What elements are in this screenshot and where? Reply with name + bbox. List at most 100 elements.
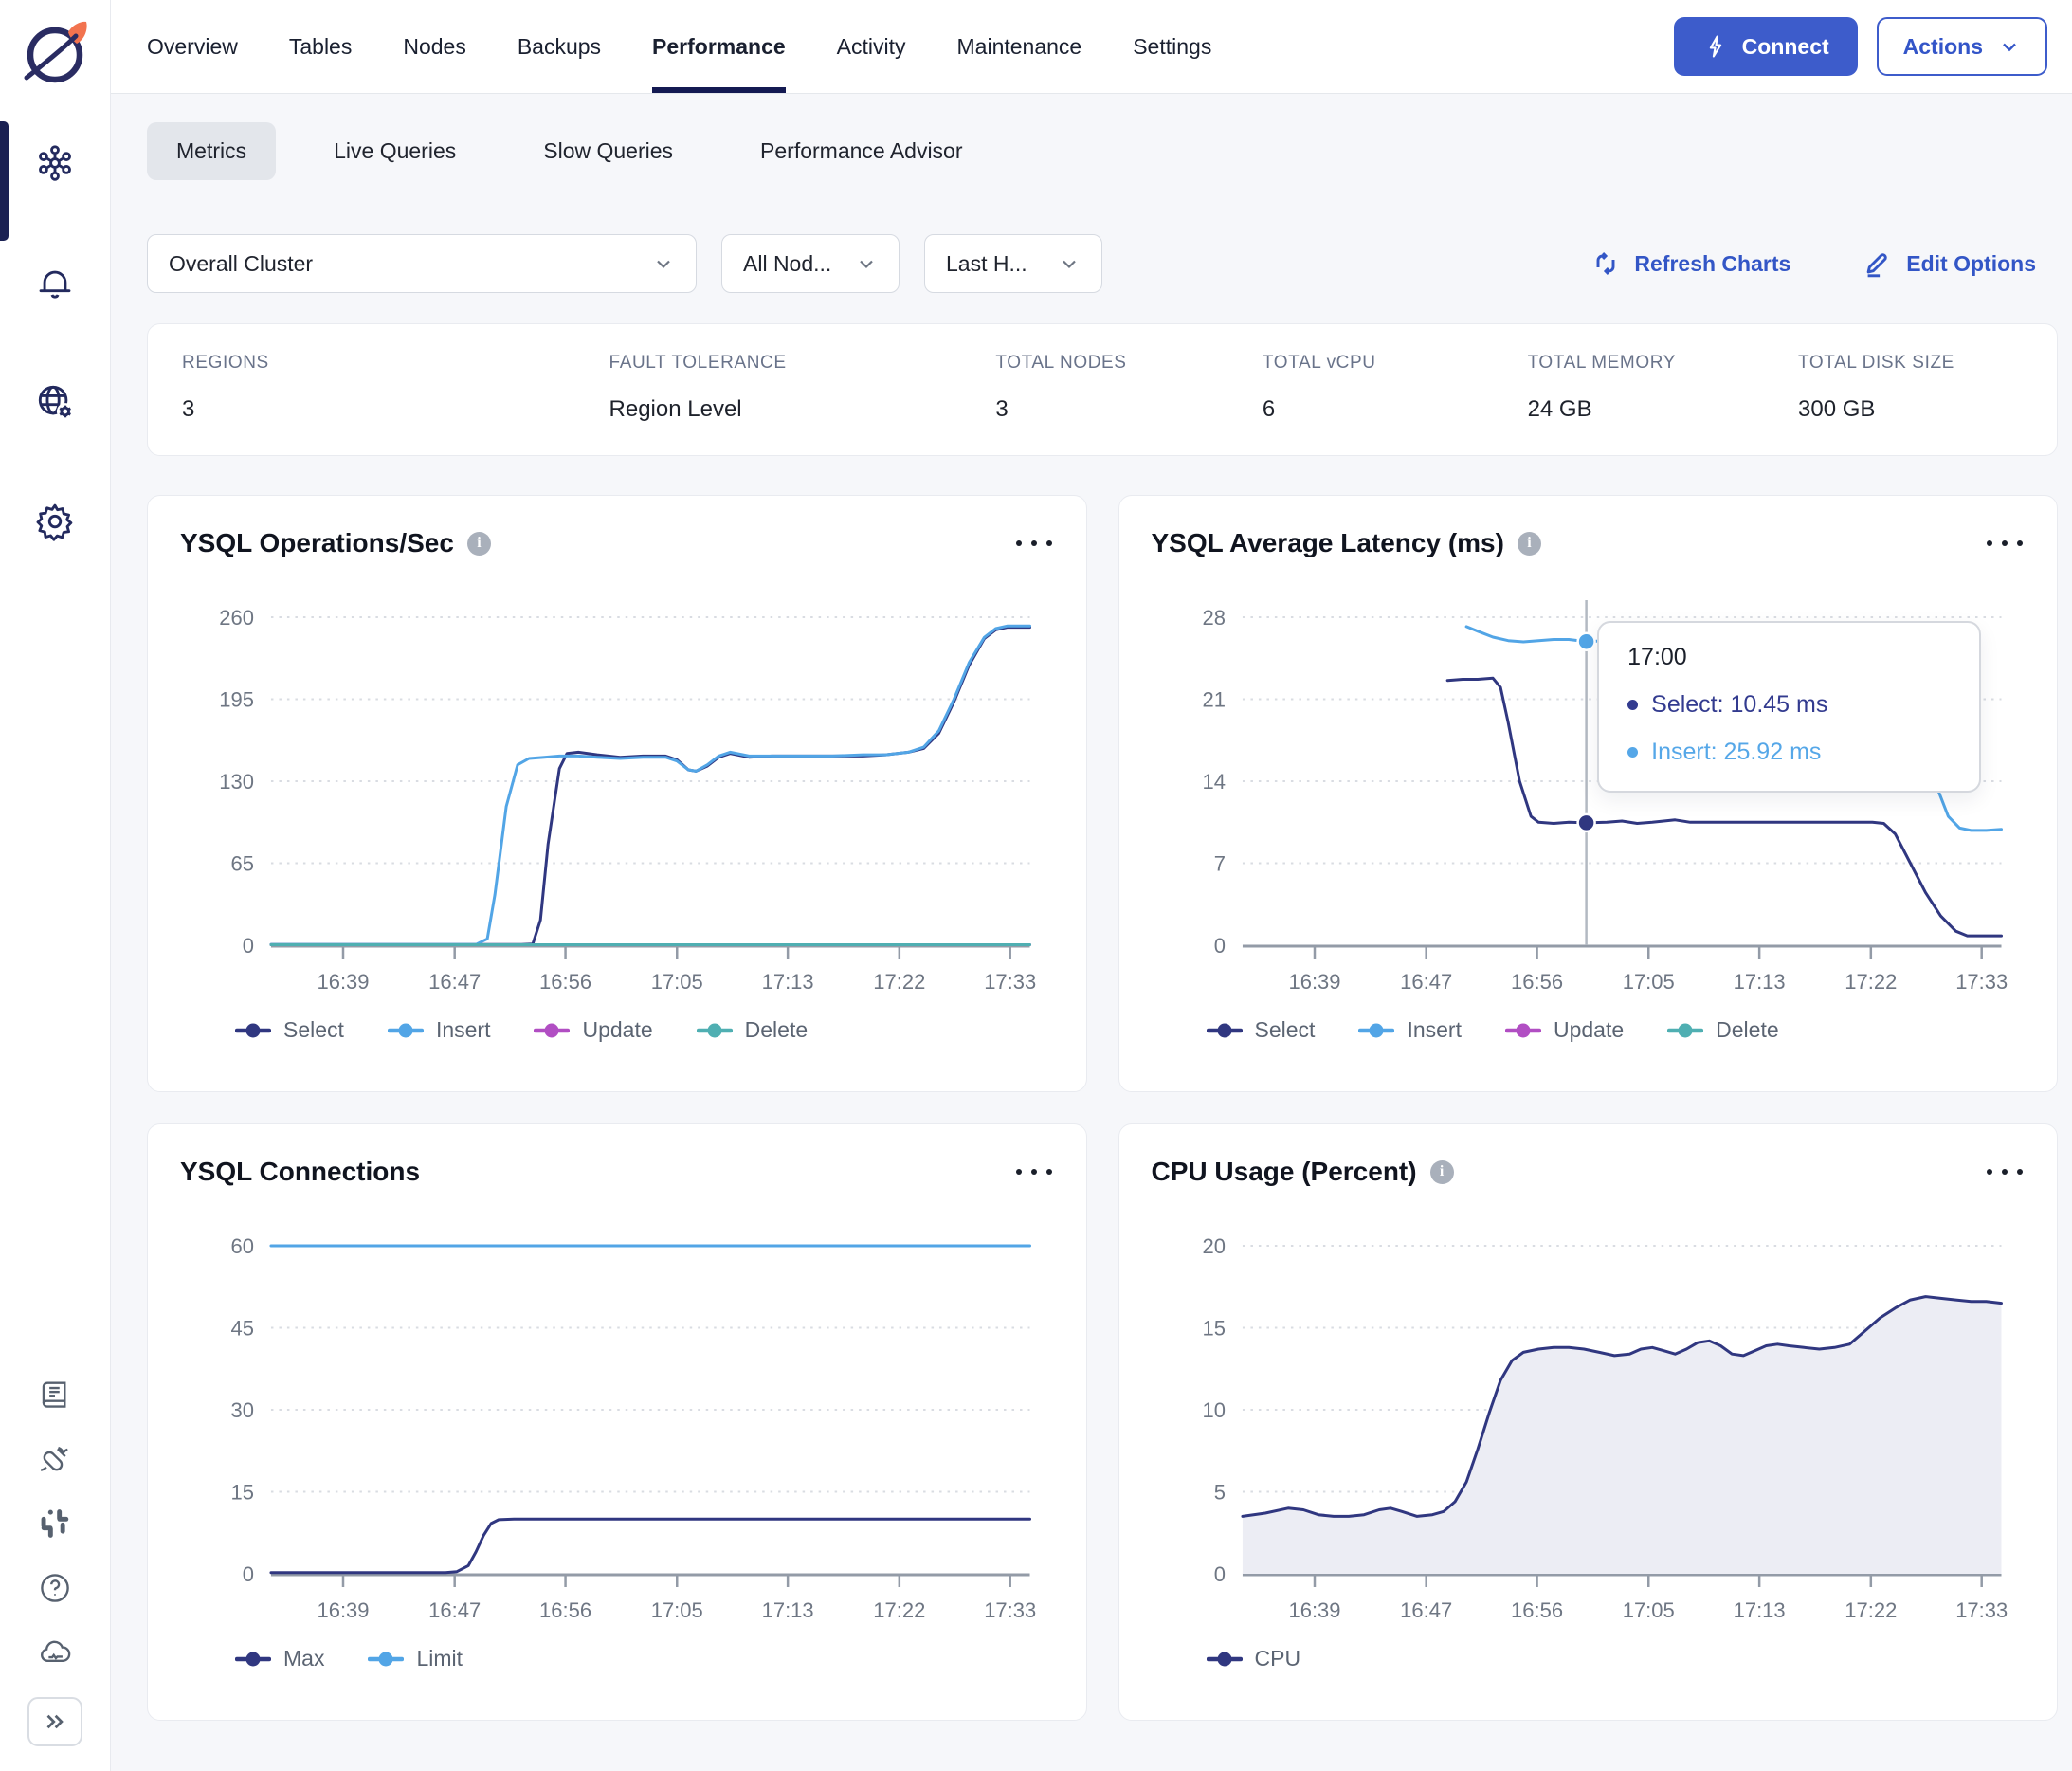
stat-total-memory: TOTAL MEMORY 24 GB — [1527, 353, 1676, 422]
svg-text:17:13: 17:13 — [762, 1598, 814, 1622]
legend-delete[interactable]: Delete — [696, 1017, 808, 1043]
legend-update[interactable]: Update — [1504, 1017, 1624, 1043]
legend-update[interactable]: Update — [534, 1017, 653, 1043]
svg-text:260: 260 — [219, 606, 254, 630]
svg-text:16:39: 16:39 — [318, 1598, 370, 1622]
svg-text:16:47: 16:47 — [428, 970, 481, 994]
docs-book-icon[interactable] — [35, 1375, 75, 1415]
cluster-summary-card: REGIONS 3 FAULT TOLERANCE Region Level T… — [147, 323, 2058, 456]
ysql-connections-plot[interactable]: 0 15 30 45 60 16:39 16:47 16:56 17:05 17:13 17:22 1… — [180, 1200, 1054, 1636]
svg-text:17:22: 17:22 — [1845, 1598, 1897, 1622]
chart-legend: Max Limit — [235, 1646, 1054, 1671]
svg-text:16:56: 16:56 — [1511, 970, 1563, 994]
subtab-live-queries[interactable]: Live Queries — [304, 122, 485, 180]
svg-text:17:33: 17:33 — [984, 970, 1036, 994]
svg-text:14: 14 — [1202, 770, 1225, 794]
chart-card-ysql-latency: YSQL Average Latency (ms) i 0 7 14 21 28 16:3… — [1118, 495, 2058, 1092]
chevron-down-icon — [860, 260, 873, 269]
subtab-performance-advisor[interactable]: Performance Advisor — [731, 122, 991, 180]
svg-text:130: 130 — [219, 770, 254, 794]
svg-text:16:47: 16:47 — [1400, 1598, 1452, 1622]
help-icon[interactable] — [35, 1568, 75, 1608]
legend-delete[interactable]: Delete — [1667, 1017, 1779, 1043]
sidebar — [0, 0, 111, 1771]
stat-regions: REGIONS 3 — [182, 353, 269, 422]
svg-text:15: 15 — [230, 1480, 253, 1504]
network-globe-icon[interactable] — [32, 379, 78, 425]
chart-card-ysql-operations: YSQL Operations/Sec i 0 65 130 195 260 16:39 1… — [147, 495, 1087, 1092]
time-range-select[interactable]: Last H... — [924, 234, 1102, 293]
chart-menu-icon[interactable] — [1985, 1163, 2025, 1180]
cpu-usage-plot[interactable]: 0 5 10 15 20 16:39 16:47 16:56 17:05 17:13 17:22 17… — [1152, 1200, 2026, 1636]
yugabyte-logo[interactable] — [17, 11, 93, 99]
tab-maintenance[interactable]: Maintenance — [957, 0, 1082, 93]
chart-legend: Select Insert Update Delete — [235, 1017, 1054, 1043]
slack-icon[interactable] — [35, 1504, 75, 1543]
svg-text:21: 21 — [1202, 687, 1225, 711]
svg-text:17:13: 17:13 — [1733, 970, 1785, 994]
subtab-slow-queries[interactable]: Slow Queries — [514, 122, 702, 180]
legend-insert[interactable]: Insert — [387, 1017, 490, 1043]
subtab-metrics[interactable]: Metrics — [147, 122, 277, 180]
tab-activity[interactable]: Activity — [837, 0, 906, 93]
refresh-charts-button[interactable]: Refresh Charts — [1590, 248, 1790, 279]
chart-title: CPU Usage (Percent) — [1151, 1157, 1417, 1186]
chart-menu-icon[interactable] — [1014, 1163, 1054, 1180]
ysql-operations-plot[interactable]: 0 65 130 195 260 16:39 16:47 16:56 17:05 17:13 17:… — [180, 572, 1054, 1008]
lightning-bolt-icon — [1709, 35, 1721, 58]
chart-menu-icon[interactable] — [1014, 535, 1054, 552]
svg-text:17:22: 17:22 — [873, 970, 925, 994]
tab-overview[interactable]: Overview — [147, 0, 238, 93]
alerts-bell-icon[interactable] — [32, 260, 78, 305]
tab-nodes[interactable]: Nodes — [403, 0, 465, 93]
svg-text:65: 65 — [230, 851, 253, 875]
legend-select[interactable]: Select — [1206, 1017, 1315, 1043]
svg-text:17:33: 17:33 — [984, 1598, 1036, 1622]
pencil-icon — [1866, 253, 1888, 278]
edit-options-button[interactable]: Edit Options — [1863, 248, 2036, 279]
svg-text:195: 195 — [219, 687, 254, 711]
svg-text:0: 0 — [243, 1562, 254, 1586]
legend-cpu[interactable]: CPU — [1206, 1646, 1300, 1671]
info-icon[interactable]: i — [1517, 531, 1541, 556]
svg-text:17:05: 17:05 — [1622, 970, 1674, 994]
chart-menu-icon[interactable] — [1985, 535, 2025, 552]
info-icon[interactable]: i — [466, 531, 491, 556]
collapse-expand-icon[interactable] — [27, 1697, 82, 1746]
tab-backups[interactable]: Backups — [518, 0, 601, 93]
clusters-icon[interactable] — [32, 140, 78, 186]
svg-text:17:13: 17:13 — [1733, 1598, 1785, 1622]
settings-gear-icon[interactable] — [32, 499, 78, 544]
legend-limit[interactable]: Limit — [368, 1646, 463, 1671]
actions-button[interactable]: Actions — [1876, 17, 2047, 76]
sidebar-active-indicator — [0, 121, 9, 241]
svg-text:60: 60 — [230, 1234, 253, 1258]
stat-total-nodes: TOTAL NODES 3 — [995, 353, 1127, 422]
tab-performance[interactable]: Performance — [652, 0, 786, 93]
integrations-plug-icon[interactable] — [35, 1439, 75, 1479]
refresh-icon — [1596, 252, 1615, 275]
chevron-down-icon — [2003, 43, 2016, 52]
svg-text:17:05: 17:05 — [651, 970, 703, 994]
svg-text:16:39: 16:39 — [1288, 970, 1340, 994]
svg-text:16:39: 16:39 — [318, 970, 370, 994]
main-area: Overview Tables Nodes Backups Performanc… — [111, 0, 2072, 1771]
info-icon[interactable]: i — [1429, 1159, 1454, 1184]
chart-card-ysql-connections: YSQL Connections 0 15 30 45 60 16:39 16:47 16:5… — [147, 1123, 1087, 1721]
chevron-down-icon — [657, 260, 670, 269]
chart-hover-tooltip: 17:00 Select: 10.45 ms Insert: 25.92 ms — [1597, 620, 1982, 793]
legend-insert[interactable]: Insert — [1358, 1017, 1462, 1043]
cloud-status-icon[interactable] — [35, 1633, 75, 1672]
nodes-select[interactable]: All Nod... — [721, 234, 900, 293]
cluster-scope-select[interactable]: Overall Cluster — [147, 234, 697, 293]
svg-text:16:56: 16:56 — [1511, 1598, 1563, 1622]
tooltip-insert-line: Insert: 25.92 ms — [1627, 739, 1951, 766]
legend-max[interactable]: Max — [235, 1646, 324, 1671]
charts-grid: YSQL Operations/Sec i 0 65 130 195 260 16:39 1… — [147, 495, 2058, 1721]
legend-select[interactable]: Select — [235, 1017, 344, 1043]
connect-button[interactable]: Connect — [1673, 17, 1858, 76]
chart-legend: CPU — [1206, 1646, 2026, 1671]
cluster-tabs: Overview Tables Nodes Backups Performanc… — [147, 0, 1211, 93]
tab-tables[interactable]: Tables — [289, 0, 352, 93]
tab-settings[interactable]: Settings — [1133, 0, 1211, 93]
